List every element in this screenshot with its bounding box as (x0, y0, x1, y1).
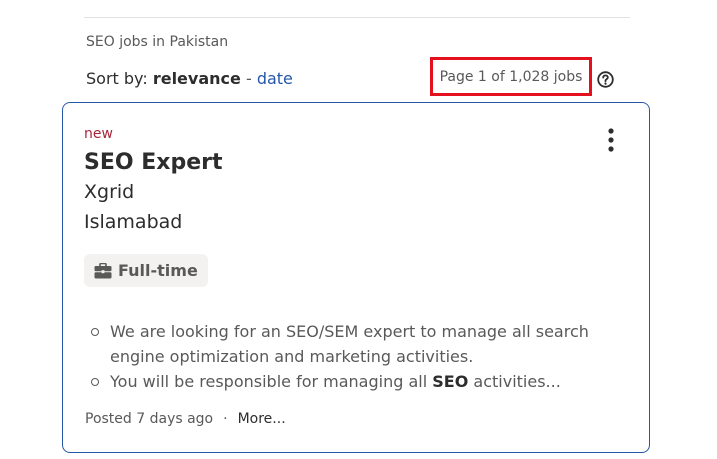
snippet-line: We are looking for an SEO/SEM expert to … (110, 322, 589, 341)
new-badge: new (84, 126, 113, 142)
job-type-label: Full-time (118, 261, 198, 280)
job-snippet: We are looking for an SEO/SEM expert to … (89, 319, 629, 394)
snippet-line: You will be responsible for managing all… (110, 369, 629, 394)
job-type-chip: Full-time (84, 254, 208, 287)
company-name: Xgrid (84, 181, 135, 203)
question-circle-icon[interactable] (597, 71, 614, 88)
sort-separator: - (240, 69, 257, 88)
sort-label: Sort by: (86, 69, 153, 88)
sort-controls: Sort by: relevance - date (86, 69, 293, 88)
snippet-text: You will be responsible for managing all (110, 372, 433, 391)
snippet-line: engine optimization and marketing activi… (110, 347, 474, 366)
page-count-highlight: Page 1 of 1,028 jobs (430, 57, 592, 96)
search-results-page: SEO jobs in Pakistan Sort by: relevance … (0, 0, 717, 459)
footer-separator: · (223, 411, 228, 427)
job-location: Islamabad (84, 211, 183, 233)
snippet-bullet: We are looking for an SEO/SEM expert to … (89, 319, 629, 369)
page-count: Page 1 of 1,028 jobs (439, 68, 583, 85)
top-divider (84, 17, 630, 18)
snippet-keyword: SEO (432, 372, 469, 391)
more-link[interactable]: More... (238, 411, 286, 427)
briefcase-icon (94, 262, 112, 278)
vertical-ellipsis-icon[interactable] (601, 127, 621, 155)
snippet-bullet: You will be responsible for managing all… (89, 369, 629, 394)
sort-relevance-active: relevance (152, 69, 241, 88)
search-context-label: SEO jobs in Pakistan (86, 34, 229, 50)
posted-date: Posted 7 days ago (85, 411, 214, 427)
job-title[interactable]: SEO Expert (84, 150, 223, 175)
snippet-text: activities... (468, 372, 561, 391)
sort-by-date-link[interactable]: date (257, 69, 293, 88)
job-footer: Posted 7 days ago · More... (85, 411, 286, 427)
job-card[interactable]: new SEO Expert Xgrid Islamabad Full-time… (62, 102, 650, 453)
